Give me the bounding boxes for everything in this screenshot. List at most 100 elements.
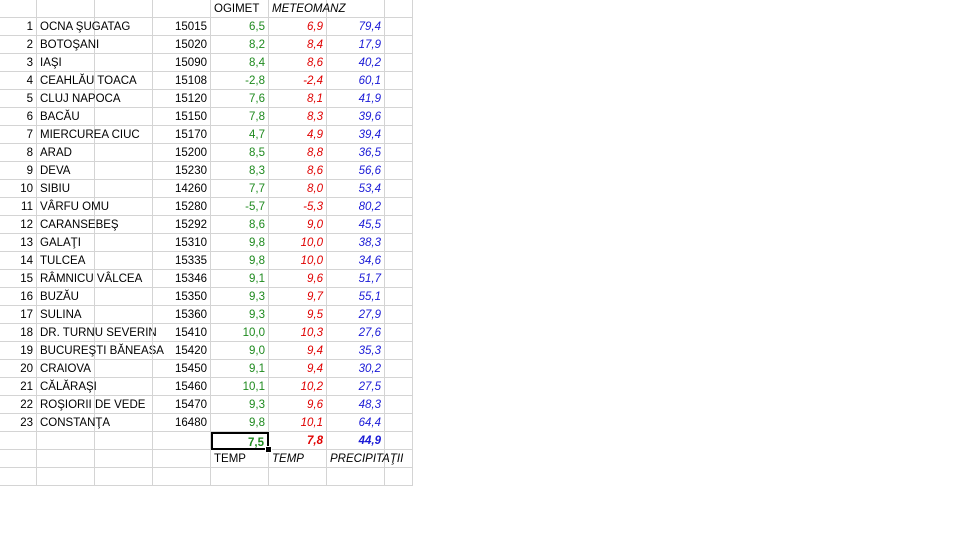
spreadsheet-grid[interactable]: OGIMET METEOMANZ 1 OCNA ŞUGATAG 15015 6,5 6,… [0,0,413,486]
meteomanz-temp[interactable]: 8,6 [269,54,327,72]
meteomanz-temp[interactable]: 8,1 [269,90,327,108]
cell[interactable] [95,18,153,36]
cell[interactable] [385,54,413,72]
cell[interactable] [95,324,153,342]
meteomanz-temp[interactable]: 8,8 [269,144,327,162]
meteomanz-temp[interactable]: 10,0 [269,234,327,252]
station-name[interactable]: BOTOŞANI [37,36,99,54]
cell[interactable] [37,468,95,486]
meteomanz-average[interactable]: 7,8 [269,432,327,450]
station-code[interactable]: 15015 [153,18,211,36]
precipitation[interactable]: 27,5 [327,378,385,396]
cell[interactable] [95,342,153,360]
station-code[interactable]: 15360 [153,306,211,324]
row-number[interactable]: 9 [0,162,37,180]
meteomanz-temp[interactable]: 9,4 [269,360,327,378]
ogimet-temp[interactable]: 9,8 [211,252,269,270]
cell[interactable] [385,126,413,144]
station-code[interactable]: 15230 [153,162,211,180]
station-name[interactable]: BACĂU [37,108,95,126]
cell[interactable] [95,54,153,72]
precipitation[interactable]: 79,4 [327,18,385,36]
cell[interactable] [95,306,153,324]
station-name[interactable]: CONSTANŢA [37,414,110,432]
cell[interactable] [385,432,413,450]
cell[interactable] [385,180,413,198]
station-code[interactable]: 15170 [153,126,211,144]
station-code[interactable]: 15150 [153,108,211,126]
cell[interactable] [385,108,413,126]
station-code[interactable]: 15335 [153,252,211,270]
meteomanz-temp[interactable]: 9,7 [269,288,327,306]
ogimet-temp[interactable]: 9,3 [211,288,269,306]
station-code[interactable]: 15350 [153,288,211,306]
cell[interactable] [95,216,153,234]
cell[interactable] [95,198,153,216]
cell[interactable] [385,324,413,342]
station-name[interactable]: BUCUREŞTI BĂNEASA [37,342,164,360]
cell[interactable] [385,18,413,36]
row-number[interactable]: 5 [0,90,37,108]
station-code[interactable]: 15120 [153,90,211,108]
cell[interactable] [385,414,413,432]
station-code[interactable]: 15460 [153,378,211,396]
cell[interactable] [95,72,153,90]
precipitation[interactable]: 30,2 [327,360,385,378]
station-name[interactable]: ARAD [37,144,95,162]
row-number[interactable]: 18 [0,324,37,342]
meteomanz-temp[interactable]: 8,6 [269,162,327,180]
ogimet-temp[interactable]: 8,4 [211,54,269,72]
cell[interactable] [95,144,153,162]
row-number[interactable]: 12 [0,216,37,234]
row-number[interactable]: 14 [0,252,37,270]
row-number[interactable]: 11 [0,198,37,216]
row-number[interactable]: 23 [0,414,37,432]
station-code[interactable]: 15200 [153,144,211,162]
station-name[interactable]: CLUJ NAPOCA [37,90,121,108]
cell[interactable] [95,36,153,54]
row-number[interactable]: 13 [0,234,37,252]
row-number[interactable]: 8 [0,144,37,162]
cell[interactable] [385,306,413,324]
cell[interactable] [95,126,153,144]
cell[interactable] [385,270,413,288]
cell[interactable] [385,72,413,90]
footer-ogimet-label[interactable]: TEMP [211,450,269,468]
meteomanz-temp[interactable]: 9,6 [269,270,327,288]
cell[interactable] [95,270,153,288]
precipitation[interactable]: 36,5 [327,144,385,162]
meteomanz-temp[interactable]: 8,3 [269,108,327,126]
station-code[interactable]: 15292 [153,216,211,234]
station-name[interactable]: CARANSEBEŞ [37,216,119,234]
station-code[interactable]: 15280 [153,198,211,216]
cell[interactable] [95,180,153,198]
precipitation[interactable]: 55,1 [327,288,385,306]
row-number[interactable]: 15 [0,270,37,288]
cell[interactable] [385,360,413,378]
precipitation[interactable]: 27,6 [327,324,385,342]
cell[interactable] [95,108,153,126]
precipitation[interactable]: 35,3 [327,342,385,360]
cell[interactable] [95,252,153,270]
precipitation[interactable]: 56,6 [327,162,385,180]
ogimet-temp[interactable]: 9,3 [211,396,269,414]
ogimet-temp[interactable]: 9,1 [211,270,269,288]
cell[interactable] [385,144,413,162]
ogimet-temp[interactable]: 8,3 [211,162,269,180]
precipitation[interactable]: 80,2 [327,198,385,216]
cell[interactable] [385,378,413,396]
precipitation[interactable]: 17,9 [327,36,385,54]
station-name[interactable]: SULINA [37,306,95,324]
station-name[interactable]: CRAIOVA [37,360,95,378]
ogimet-temp[interactable]: 7,7 [211,180,269,198]
header-meteomanz[interactable]: METEOMANZ [269,0,345,18]
station-code[interactable]: 15410 [153,324,211,342]
ogimet-temp[interactable]: 8,2 [211,36,269,54]
precipitation[interactable]: 40,2 [327,54,385,72]
footer-meteomanz-label[interactable]: TEMP [269,450,327,468]
station-name[interactable]: RÂMNICU VÂLCEA [37,270,142,288]
meteomanz-temp[interactable]: 10,1 [269,414,327,432]
meteomanz-temp[interactable]: 8,0 [269,180,327,198]
cell[interactable] [0,0,37,18]
station-code[interactable]: 15108 [153,72,211,90]
